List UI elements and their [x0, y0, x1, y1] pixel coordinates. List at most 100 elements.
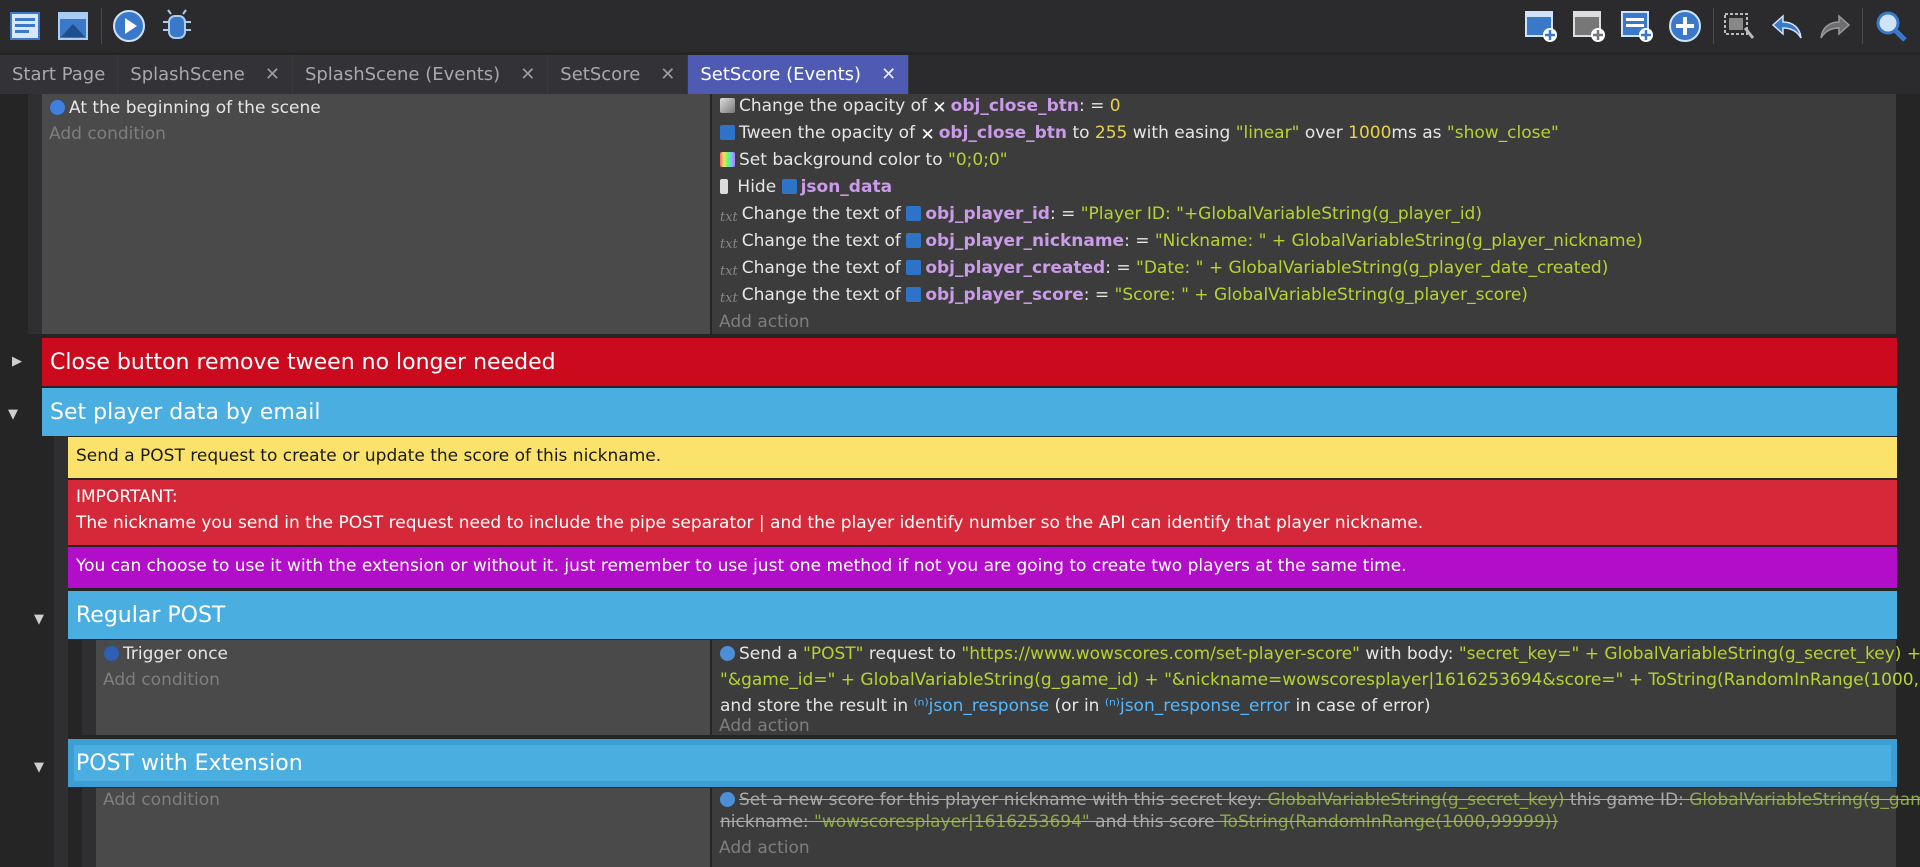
action-row-continued: and store the result in ⁽ⁿ⁾json_response… — [720, 696, 1431, 716]
condition-row[interactable]: Trigger once — [104, 644, 228, 664]
tab-label: SetScore (Events) — [700, 64, 862, 85]
condition-text: At the beginning of the scene — [69, 98, 321, 118]
hide-icon — [720, 179, 728, 194]
action-row[interactable]: txt Change the text of obj_player_score: … — [720, 285, 1528, 306]
action-row[interactable]: txt Change the text of obj_player_created… — [720, 258, 1608, 279]
scene-editor-icon[interactable] — [54, 7, 92, 45]
disabled-action-row[interactable]: Set a new score for this player nickname… — [720, 790, 1920, 810]
add-condition-link[interactable]: Add condition — [103, 670, 220, 690]
action-row[interactable]: txt Change the text of obj_player_id: = "… — [720, 204, 1482, 225]
comment-text: You can choose to use it with the extens… — [76, 556, 1407, 576]
add-action-link[interactable]: Add action — [719, 312, 810, 332]
chevron-right-icon[interactable]: ▶ — [12, 354, 22, 369]
comment-post[interactable]: Send a POST request to create or update … — [68, 437, 1897, 478]
group-regular-post[interactable]: Regular POST — [68, 591, 1897, 639]
action-row[interactable]: Send a "POST" request to "https://www.wo… — [720, 644, 1920, 664]
action-row[interactable]: Tween the opacity of ✕ obj_close_btn to 2… — [720, 123, 1559, 145]
comment-text: The nickname you send in the POST reques… — [76, 513, 1424, 533]
add-condition-link[interactable]: Add condition — [49, 124, 166, 144]
add-other-icon[interactable] — [1618, 7, 1656, 45]
conditions-area[interactable]: Trigger once Add condition — [96, 640, 710, 735]
search-icon[interactable] — [1872, 7, 1910, 45]
tab-setscore-events[interactable]: SetScore (Events) ✕ — [688, 55, 910, 94]
scene-list-icon[interactable] — [6, 7, 44, 45]
text-object-icon — [906, 233, 922, 248]
variable-icon: ⁽ⁿ⁾ — [1104, 696, 1120, 716]
action-row[interactable]: Set background color to "0;0;0" — [720, 150, 1008, 170]
condition-text: Trigger once — [123, 644, 229, 664]
extension-icon — [720, 792, 735, 807]
group-post-extension[interactable]: POST with Extension — [68, 739, 1897, 787]
close-button-object-icon: ✕ — [920, 125, 935, 145]
trigger-once-icon — [104, 646, 119, 661]
toolbar — [0, 0, 1920, 52]
text-object-icon — [906, 206, 922, 221]
background-color-icon — [720, 152, 735, 167]
network-icon — [720, 646, 735, 661]
close-icon[interactable]: ✕ — [265, 64, 280, 85]
condition-row[interactable]: At the beginning of the scene — [50, 98, 321, 118]
preview-play-icon[interactable] — [110, 7, 148, 45]
opacity-icon — [720, 98, 735, 113]
tab-splashscene-events[interactable]: SplashScene (Events) ✕ — [292, 55, 549, 94]
tab-setscore[interactable]: SetScore ✕ — [548, 55, 689, 94]
text-object-icon — [906, 287, 922, 302]
disabled-action-row-continued: nickname: "wowscoresplayer|1616253694" a… — [720, 812, 1559, 832]
tab-splashscene[interactable]: SplashScene ✕ — [118, 55, 293, 94]
variable-icon: ⁽ⁿ⁾ — [913, 696, 929, 716]
actions-area[interactable]: Set a new score for this player nickname… — [712, 788, 1920, 867]
tween-icon — [720, 125, 735, 140]
group-title: Close button remove tween no longer need… — [50, 349, 556, 375]
add-action-link[interactable]: Add action — [719, 716, 810, 736]
tab-label: SplashScene (Events) — [304, 64, 501, 85]
action-row[interactable]: txt Change the text of obj_player_nicknam… — [720, 231, 1643, 252]
conditions-area[interactable]: At the beginning of the scene Add condit… — [42, 94, 710, 334]
add-circle-icon[interactable] — [1666, 7, 1704, 45]
action-row[interactable]: Change the opacity of ✕ obj_close_btn: = … — [720, 96, 1121, 118]
tab-label: Start Page — [12, 64, 106, 85]
text-object-icon — [781, 179, 797, 194]
group-title: Set player data by email — [50, 399, 321, 425]
redo-icon[interactable] — [1816, 7, 1854, 45]
undo-icon[interactable] — [1768, 7, 1806, 45]
tab-start-page[interactable]: Start Page — [0, 55, 119, 94]
action-row-continued: "&game_id=" + GlobalVariableString(g_gam… — [720, 670, 1920, 690]
select-rect-icon[interactable] — [1720, 7, 1758, 45]
group-gutter — [82, 640, 96, 735]
tab-bar: Start Page SplashScene ✕ SplashScene (Eve… — [0, 55, 1920, 94]
chevron-down-icon[interactable]: ▼ — [34, 760, 44, 775]
text-icon: txt — [720, 237, 738, 252]
event-gutter — [28, 94, 42, 334]
close-icon[interactable]: ✕ — [881, 64, 896, 85]
text-icon: txt — [720, 210, 738, 225]
text-icon: txt — [720, 264, 738, 279]
group-close-button[interactable]: Close button remove tween no longer need… — [42, 338, 1897, 386]
group-gutter — [54, 436, 68, 867]
chevron-down-icon[interactable]: ▼ — [34, 612, 44, 627]
add-event-icon[interactable] — [1522, 7, 1560, 45]
comment-title: IMPORTANT: — [76, 487, 178, 507]
comment-method[interactable]: You can choose to use it with the extens… — [68, 547, 1897, 588]
actions-area[interactable]: Change the opacity of ✕ obj_close_btn: = … — [712, 94, 1896, 334]
group-title: POST with Extension — [76, 750, 303, 776]
comment-important[interactable]: IMPORTANT: The nickname you send in the … — [68, 480, 1897, 545]
close-icon[interactable]: ✕ — [520, 64, 535, 85]
chevron-down-icon[interactable]: ▼ — [8, 407, 18, 422]
add-condition-link[interactable]: Add condition — [103, 790, 220, 810]
conditions-area[interactable]: Add condition — [96, 788, 710, 867]
action-row[interactable]: Hide json_data — [720, 177, 892, 197]
close-button-object-icon: ✕ — [932, 98, 947, 118]
add-subevent-icon[interactable] — [1570, 7, 1608, 45]
add-action-link[interactable]: Add action — [719, 838, 810, 858]
scene-start-icon — [50, 100, 65, 115]
tab-label: SplashScene — [130, 64, 245, 85]
close-icon[interactable]: ✕ — [660, 64, 675, 85]
events-sheet: At the beginning of the scene Add condit… — [0, 94, 1920, 867]
group-gutter — [82, 788, 96, 867]
group-set-player-data[interactable]: Set player data by email — [42, 388, 1897, 436]
debugger-icon[interactable] — [158, 7, 196, 45]
group-title: Regular POST — [76, 602, 226, 628]
text-object-icon — [906, 260, 922, 275]
actions-area[interactable]: Send a "POST" request to "https://www.wo… — [712, 640, 1920, 735]
tab-label: SetScore — [560, 64, 641, 85]
